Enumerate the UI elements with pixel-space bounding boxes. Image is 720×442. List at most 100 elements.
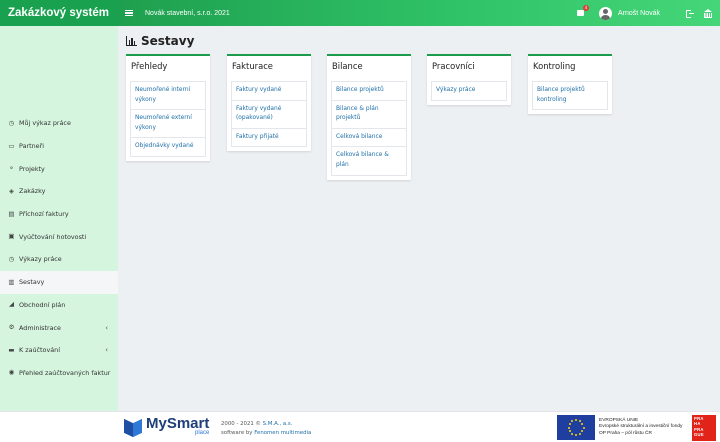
eu-star	[571, 420, 574, 422]
box-icon: ◈	[9, 186, 14, 195]
card-title: Kontroling	[533, 61, 576, 71]
navbar: Novák stavební, s.r.o. 2021 4 Arnošt Nov…	[118, 0, 720, 26]
sidebar-item[interactable]: ▥ Sestavy	[0, 270, 118, 294]
report-link[interactable]: Bilance projektů kontroling	[533, 82, 607, 109]
card-title: Přehledy	[131, 61, 168, 71]
inbox-icon[interactable]: 4	[576, 5, 589, 17]
card-link-list: Výkazy práce	[431, 81, 507, 101]
report-link[interactable]: Faktury přijaté	[232, 127, 306, 147]
app-title[interactable]: Zakázkový systém	[0, 0, 118, 26]
fenomen-link[interactable]: Fenomen multimedia	[254, 430, 311, 436]
eu-star	[568, 430, 571, 433]
card-title: Pracovníci	[432, 61, 475, 71]
file-invoice-icon: ▤	[8, 209, 15, 218]
eu-star	[568, 422, 571, 425]
avatar[interactable]	[598, 6, 612, 20]
cube-icon	[124, 418, 142, 437]
sidebar-menu: ◷ Můj výkaz práce ▭ Partneři ⚬ Projekty ◈ Zakáz…	[0, 112, 118, 384]
report-link[interactable]: Objednávky vydané	[131, 137, 205, 156]
eu-star	[578, 420, 581, 422]
chevron-left-icon: ‹	[105, 346, 108, 355]
sidebar-item-label: Zakázky	[19, 187, 46, 196]
card-link-list: Bilance projektů kontroling	[532, 81, 608, 111]
eu-star	[581, 422, 584, 425]
card-link-list: Bilance projektů Bilance & plán projektů C…	[331, 81, 407, 176]
sidebar-item[interactable]: ◷ Můj výkaz práce	[0, 112, 118, 135]
sidebar-item[interactable]: ◷ Výkazy práce	[0, 248, 118, 271]
report-link[interactable]: Bilance projektů	[332, 82, 406, 100]
sidebar-item[interactable]: ◈ Zakázky	[0, 180, 118, 203]
eu-star	[582, 426, 585, 429]
sidebar: ◷ Můj výkaz práce ▭ Partneři ⚬ Projekty ◈ Zakáz…	[0, 26, 118, 411]
logout-icon[interactable]	[686, 9, 694, 18]
page-title: Sestavy	[126, 34, 194, 48]
clock-icon: ◷	[8, 254, 15, 263]
copyright: 2000 - 2021 © S.M.A., a.s. software by F…	[221, 420, 311, 438]
sidebar-item-label: Vyúčtování hotovosti	[19, 232, 87, 241]
card-title: Bilance	[332, 61, 363, 71]
user-name[interactable]: Arnošt Novák	[618, 10, 660, 17]
sidebar-item[interactable]: ▭ Partneři	[0, 135, 118, 158]
folder-icon: ▬	[8, 345, 15, 354]
eu-star	[575, 419, 577, 421]
sidebar-item-label: K zaúčtování	[19, 346, 60, 355]
sitemap-icon: ⚬	[8, 164, 15, 173]
eu-star	[571, 432, 574, 435]
eu-flag-icon	[557, 415, 595, 440]
report-link[interactable]: Neumořené interní výkony	[131, 82, 205, 109]
eu-logo: EVROPSKÁ UNIE Evropské strukturální a in…	[557, 415, 691, 440]
eu-line-2: Evropské strukturální a investiční fondy	[599, 424, 683, 430]
mysmart-logo[interactable]: MySmart place	[124, 415, 210, 437]
report-card: Bilance Bilance projektů Bilance & plán pr…	[327, 54, 411, 180]
sidebar-item[interactable]: ◢ Obchodní plán	[0, 294, 118, 317]
sidebar-item[interactable]: ⚙ Administrace ‹	[0, 316, 118, 339]
clock-icon: ◷	[8, 118, 15, 127]
sma-link[interactable]: S.M.A., a.s.	[263, 421, 293, 427]
cogs-icon: ⚙	[8, 323, 15, 332]
sidebar-item[interactable]: ▤ Příchozí faktury	[0, 203, 118, 226]
paper-plane-icon: ◢	[9, 300, 14, 309]
report-card: Pracovníci Výkazy práce	[427, 54, 511, 105]
sidebar-item-label: Můj výkaz práce	[19, 119, 71, 128]
report-link[interactable]: Neumořené externí výkony	[131, 109, 205, 137]
check-circle-icon: ◉	[8, 368, 15, 377]
eu-star	[567, 426, 570, 429]
main-content: Sestavy Přehledy Neumořené interní výkony…	[118, 26, 720, 411]
sidebar-item[interactable]: ▬ K zaúčtování ‹	[0, 339, 118, 362]
card-link-list: Neumořené interní výkony Neumořené extern…	[130, 81, 206, 157]
sidebar-item-label: Obchodní plán	[19, 300, 66, 309]
company-name: Novák stavební, s.r.o. 2021	[145, 9, 230, 17]
notification-badge: 4	[582, 5, 589, 11]
sidebar-item-label: Administrace	[19, 323, 61, 332]
sidebar-item-label: Přehled zaúčtovaných faktur	[19, 368, 111, 377]
sidebar-item[interactable]: ▣ Vyúčtování hotovosti	[0, 225, 118, 248]
bar-chart-icon	[126, 36, 137, 46]
id-card-icon: ▭	[8, 141, 15, 150]
report-link[interactable]: Celková bilance	[332, 127, 406, 147]
eu-text: EVROPSKÁ UNIE Evropské strukturální a in…	[599, 418, 691, 437]
logo-main: MySmart	[146, 415, 210, 432]
top-bar: Zakázkový systém Novák stavební, s.r.o. …	[0, 0, 720, 26]
hamburger-icon[interactable]	[125, 8, 133, 17]
eu-star	[575, 434, 577, 436]
report-card: Přehledy Neumořené interní výkony Neumořen…	[126, 54, 210, 161]
report-link[interactable]: Faktury vydané	[232, 82, 306, 100]
eu-star	[581, 430, 584, 433]
bar-chart-icon: ▥	[8, 277, 15, 286]
card-title: Fakturace	[232, 61, 273, 71]
copyright-text: 2000 - 2021 ©	[221, 421, 263, 427]
report-card: Fakturace Faktury vydané Faktury vydané (o…	[227, 54, 311, 152]
bank-icon[interactable]	[704, 9, 712, 18]
report-link[interactable]: Faktury vydané (opakované)	[232, 99, 306, 128]
chevron-left-icon: ‹	[105, 323, 108, 332]
sidebar-item-label: Výkazy práce	[19, 255, 62, 264]
sidebar-item-label: Partneři	[19, 142, 45, 151]
report-link[interactable]: Celková bilance & plán	[332, 146, 406, 174]
sidebar-item[interactable]: ⚬ Projekty	[0, 157, 118, 180]
eu-line-3: OP Praha – pól růstu ČR	[599, 430, 652, 436]
page-title-text: Sestavy	[141, 34, 195, 48]
sidebar-item[interactable]: ◉ Přehled zaúčtovaných faktur	[0, 362, 118, 385]
sidebar-item-label: Sestavy	[19, 278, 45, 287]
report-link[interactable]: Výkazy práce	[432, 82, 506, 100]
report-link[interactable]: Bilance & plán projektů	[332, 99, 406, 128]
